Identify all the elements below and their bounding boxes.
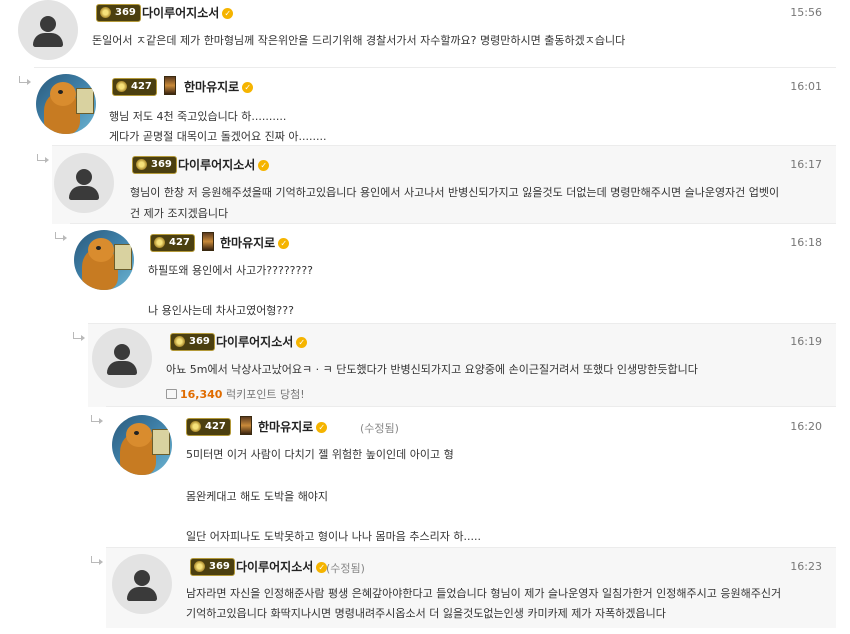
verified-icon: ✓ [242, 82, 254, 93]
edited-label: (수정됨) [360, 422, 399, 435]
character-icon [202, 232, 214, 251]
nickname[interactable]: 한마유지로 ✓ [258, 418, 328, 435]
reply-icon [36, 154, 50, 164]
reply-icon [90, 556, 104, 566]
nickname[interactable]: 다이루어지소서 ✓ [178, 156, 270, 173]
character-icon [240, 416, 252, 435]
verified-icon: ✓ [278, 238, 290, 249]
level-badge: 369 [170, 333, 215, 351]
nickname[interactable]: 한마유지로 ✓ [220, 234, 290, 251]
comment-text: 형님이 한창 저 응원해주셨을때 기억하고있읍니다 용인에서 사고나서 반병신되… [130, 186, 780, 199]
comment-text: 몸완케대고 해도 도박을 해야지 [186, 490, 329, 503]
verified-icon: ✓ [296, 337, 308, 348]
comment-time: 16:23 [790, 560, 822, 573]
avatar[interactable] [36, 74, 96, 134]
comment-time: 16:18 [790, 236, 822, 249]
comment-item: 369 다이루어지소서 ✓ 16:17 형님이 한창 저 응원해주셨을때 기억하고… [52, 145, 836, 224]
comment-time: 15:56 [790, 6, 822, 19]
comment-item: 369 다이루어지소서 ✓ 15:56 돈일어서 ㅈ같은데 제가 한마형님께 작은… [0, 0, 836, 66]
comment-time: 16:01 [790, 80, 822, 93]
verified-icon: ✓ [222, 8, 234, 19]
avatar[interactable] [74, 230, 134, 290]
reply-icon [18, 76, 32, 86]
comment-item: 427 한마유지로 ✓ (수정됨) 16:20 5미터면 이거 사람이 다치기 젤… [106, 406, 836, 548]
comment-text: 건 제가 조지겠읍니다 [130, 207, 229, 220]
avatar[interactable] [18, 0, 78, 60]
avatar[interactable] [92, 328, 152, 388]
point-icon [166, 389, 177, 399]
nickname[interactable]: 다이루어지소서 ✓ [216, 333, 308, 350]
avatar[interactable] [112, 554, 172, 614]
reply-icon [54, 232, 68, 242]
comment-time: 16:17 [790, 158, 822, 171]
verified-icon: ✓ [258, 160, 270, 171]
level-badge: 369 [190, 558, 235, 576]
comment-text: 나 용인사는데 차사고였어형??? [148, 304, 294, 317]
comment-item: 369 다이루어지소서 ✓ 16:19 아뇨 5m에서 낙상사고났어요ㅋ · ㅋ … [88, 323, 836, 407]
level-badge: 427 [186, 418, 231, 436]
nickname[interactable]: 다이루어지소서 ✓ [236, 558, 328, 575]
comment-item: 369 다이루어지소서 ✓ (수정됨) 16:23 남자라면 자신을 인정해준사람… [106, 547, 836, 628]
level-badge: 369 [132, 156, 177, 174]
reply-icon [72, 332, 86, 342]
comment-text: 돈일어서 ㅈ같은데 제가 한마형님께 작은위안을 드리기위해 경찰서가서 자수할… [92, 34, 626, 47]
comment-text: 5미터면 이거 사람이 다치기 젤 위험한 높이인데 아이고 형 [186, 448, 454, 461]
comment-text: 일단 어자피나도 도박못하고 형이나 나나 몸마음 추스리자 하..... [186, 530, 481, 543]
character-icon [164, 76, 176, 95]
comment-text: 행님 저도 4천 죽고있습니다 하.......... [109, 110, 287, 123]
comment-time: 16:20 [790, 420, 822, 433]
level-badge: 427 [150, 234, 195, 252]
edited-label: (수정됨) [326, 562, 365, 575]
comment-text: 남자라면 자신을 인정해준사람 평생 은혜갚아야한다고 들었습니다 형님이 제가… [186, 587, 782, 600]
reply-icon [90, 415, 104, 425]
comment-text: 아뇨 5m에서 낙상사고났어요ㅋ · ㅋ 단도했다가 반병신되가지고 요양중에 … [166, 363, 698, 376]
level-badge: 369 [96, 4, 141, 22]
verified-icon: ✓ [316, 422, 328, 433]
lucky-points: 16,340 럭키포인트 당첨! [166, 386, 305, 402]
comment-time: 16:19 [790, 335, 822, 348]
nickname[interactable]: 다이루어지소서 ✓ [142, 4, 234, 21]
comment-item: 427 한마유지로 ✓ 16:01 행님 저도 4천 죽고있습니다 하......… [34, 67, 836, 146]
comment-item: 427 한마유지로 ✓ 16:18 하필또왜 용인에서 사고가???????? 나… [70, 223, 836, 324]
comment-text: 게다가 곧명절 대목이고 돌겠어요 진짜 아........ [109, 130, 327, 143]
level-badge: 427 [112, 78, 157, 96]
comment-text: 기억하고있읍니다 화딱지나시면 명령내려주시옵소서 더 잃을것도없는인생 카미카… [186, 607, 666, 620]
avatar[interactable] [112, 415, 172, 475]
nickname[interactable]: 한마유지로 ✓ [184, 78, 254, 95]
avatar[interactable] [54, 153, 114, 213]
comment-text: 하필또왜 용인에서 사고가???????? [148, 264, 314, 277]
